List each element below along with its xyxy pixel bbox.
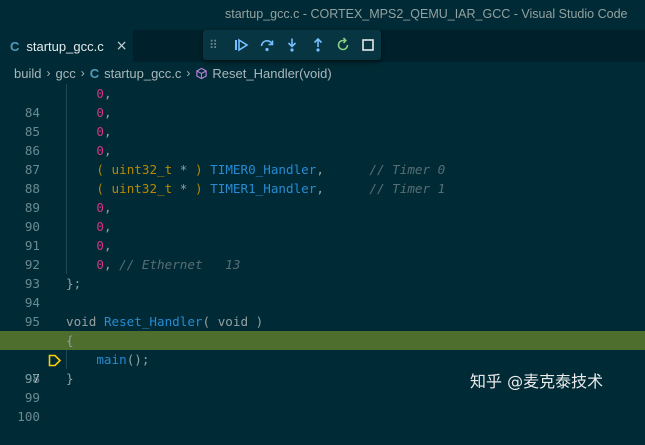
c-file-icon: C (10, 38, 20, 54)
step-over-icon (260, 40, 274, 52)
tab-label: startup_gcc.c (26, 38, 104, 54)
code-text: } (66, 371, 74, 386)
code-line: 84 0, (0, 84, 645, 120)
drag-handle-icon[interactable]: ⠿ (209, 38, 221, 52)
breadcrumb: build › gcc › C startup_gcc.c › Reset_Ha… (0, 62, 645, 84)
code-line: 91 0, (0, 217, 645, 253)
function-symbol-icon (195, 67, 208, 80)
code-line: 88 ( uint32_t * ) TIMER0_Handler, // Tim… (0, 160, 645, 196)
code-line: 96 void Reset_Handler( void ) (0, 312, 645, 348)
step-out-button[interactable] (305, 34, 330, 56)
window-title: startup_gcc.c - CORTEX_MPS2_QEMU_IAR_GCC… (225, 7, 628, 21)
restart-icon (337, 37, 349, 51)
code-line: 89 ( uint32_t * ) TIMER1_Handler, // Tim… (0, 179, 645, 215)
step-over-button[interactable] (254, 34, 279, 56)
code-text: 0, // Ethernet 13 (96, 257, 241, 272)
continue-icon (235, 38, 249, 52)
breadcrumb-item-file[interactable]: startup_gcc.c (104, 66, 181, 81)
breadcrumb-item-build[interactable]: build (14, 66, 41, 81)
code-text: 0, (96, 219, 112, 234)
code-text: ( uint32_t * ) TIMER1_Handler, // Timer … (96, 181, 446, 196)
continue-button[interactable] (229, 34, 254, 56)
code-text: 0, (96, 143, 112, 158)
code-line: 95 (0, 293, 645, 329)
code-text: 0, (96, 124, 112, 139)
code-line: 86 0, (0, 122, 645, 158)
breadcrumb-item-function[interactable]: Reset_Handler(void) (212, 66, 331, 81)
restart-button[interactable] (330, 34, 355, 56)
close-icon[interactable]: × (116, 38, 128, 54)
code-line: 87 0, (0, 141, 645, 177)
code-text: 0, (96, 86, 112, 101)
title-bar: startup_gcc.c - CORTEX_MPS2_QEMU_IAR_GCC… (0, 0, 645, 30)
stop-button[interactable] (356, 34, 381, 56)
code-line: 90 0, (0, 198, 645, 234)
code-text: 0, (96, 200, 112, 215)
step-into-button[interactable] (279, 34, 304, 56)
code-text: 0, (96, 105, 112, 120)
c-file-icon: C (89, 65, 100, 81)
step-into-icon (288, 38, 297, 52)
debug-toolbar: ⠿ (203, 30, 381, 60)
code-text: ( uint32_t * ) TIMER0_Handler, // Timer … (96, 162, 446, 177)
watermark: 知乎 @麦克泰技术 (470, 372, 604, 391)
chevron-right-icon: › (80, 66, 85, 80)
code-line: 92 0, (0, 236, 645, 272)
code-editor[interactable]: 84 0, 85 0, 86 0, 87 0, 88 ( uint32_t * … (0, 84, 645, 424)
code-text: }; (66, 276, 82, 291)
current-execution-line: 97 { (0, 331, 645, 386)
tab-startup-gcc[interactable]: C startup_gcc.c × (0, 30, 133, 62)
code-line: 93 0, // Ethernet 13 (0, 255, 645, 291)
step-out-icon (313, 37, 322, 52)
chevron-right-icon: › (186, 66, 191, 80)
code-text: { (66, 333, 74, 348)
code-text: 0, (96, 238, 112, 253)
code-line: 94 }; (0, 274, 645, 310)
code-text: main(); (96, 352, 150, 367)
code-line: 85 0, (0, 103, 645, 139)
code-text: void Reset_Handler( void ) (66, 314, 264, 329)
chevron-right-icon: › (46, 66, 51, 80)
breadcrumb-item-gcc[interactable]: gcc (55, 66, 75, 81)
stop-icon (362, 39, 375, 51)
code-line: 98 main(); (0, 350, 645, 386)
line-number[interactable]: 100 (0, 407, 40, 426)
